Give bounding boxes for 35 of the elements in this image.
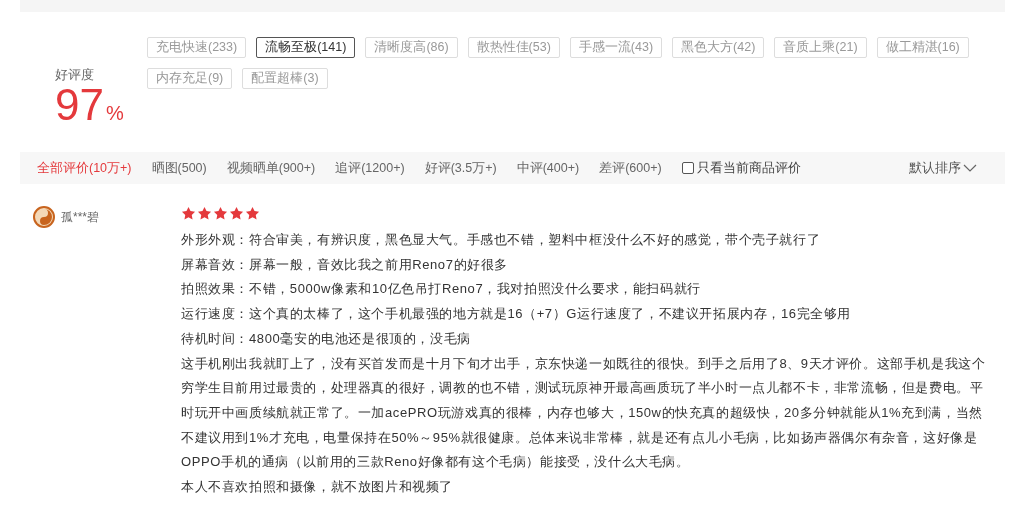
tag-chip[interactable]: 清晰度高(86) [365, 37, 458, 58]
filter-tab[interactable]: 视频晒单(900+) [226, 158, 316, 178]
filter-tab[interactable]: 追评(1200+) [335, 158, 405, 178]
filter-tab[interactable]: 差评(600+) [599, 158, 662, 178]
star-icon [213, 206, 228, 221]
tag-chip[interactable]: 黑色大方(42) [672, 37, 765, 58]
star-icon [181, 206, 196, 221]
filter-tab[interactable]: 全部评价(10万+) [37, 158, 132, 178]
tag-chip[interactable]: 充电快速(233) [147, 37, 247, 58]
tag-chip[interactable]: 流畅至极(141) [256, 37, 356, 58]
review-text: 待机时间：4800毫安的电池还是很顶的，没毛病 [181, 329, 472, 348]
tag-chip[interactable]: 做工精湛(16) [876, 37, 969, 58]
filter-tab[interactable]: 晒图(500) [151, 158, 207, 178]
review-text: 这手机刚出我就盯上了，没有买首发而是十月下旬才出手，京东快递一如既往的很快。到手之后用了8、9天才评价。这部手机是我这个穷学生目前用过最贵的，处理器真的很好，调教的也不错，测试玩原神开最高画质玩了半小时一点儿都不卡，非常流畅，但是费电。平时玩开中画质续航就正常了。一加acePRO玩游戏真的很棒，内存也够大，150w的快充真的超级快，20多分钟就能从1%充到满，当然不建议用到1%才充电，电量保持在50%～95%就很健康。总体来说非常棒，就是还有点儿小毛病，比如扬声器偶尔有杂音，这好像是OPPO手机的通病（以前用的三款Reno好像都有这个毛病）能接受，没什么大毛病。 [181, 354, 987, 472]
review-text: 屏幕音效：屏幕一般，音效比我之前用Reno7的好很多 [181, 255, 509, 274]
checkbox-label: 只看当前商品评价 [696, 159, 801, 177]
tag-chip[interactable]: 内存充足(9) [147, 68, 233, 89]
tag-chip[interactable]: 音质上乘(21) [774, 37, 867, 58]
review-text: 拍照效果：不错，5000w像素和10亿色吊打Reno7，我对拍照没什么要求，能扫码就行 [181, 280, 702, 299]
filter-tab[interactable]: 好评(3.5万+) [424, 158, 497, 178]
review-text: 本人不喜欢拍照和摄像，就不放图片和视频了 [181, 478, 454, 497]
checkbox[interactable] [681, 162, 694, 174]
review-text: 外形外观：符合审美，有辨识度，黑色显大气。手感也不错，塑料中框没什么不好的感觉，带个壳子就行了 [181, 231, 822, 249]
rating-unit: % [105, 100, 124, 126]
star-icon [245, 206, 260, 221]
review-text: 运行速度：这个真的太棒了，这个手机最强的地方就是16（+7）G运行速度了，不建议开拓展内存，16完全够用 [181, 305, 853, 324]
sort-dropdown[interactable]: 默认排序 [909, 158, 977, 178]
star-icon [229, 206, 244, 221]
tag-chip[interactable]: 散热性佳(53) [467, 37, 560, 58]
filter-tab[interactable]: 中评(400+) [516, 158, 580, 178]
tag-chip[interactable]: 配置超棒(3) [242, 68, 328, 89]
star-icon [197, 206, 212, 221]
chevron-down-icon [963, 163, 977, 173]
user-name: 孤***碧 [61, 209, 99, 226]
avatar-icon [33, 206, 55, 228]
